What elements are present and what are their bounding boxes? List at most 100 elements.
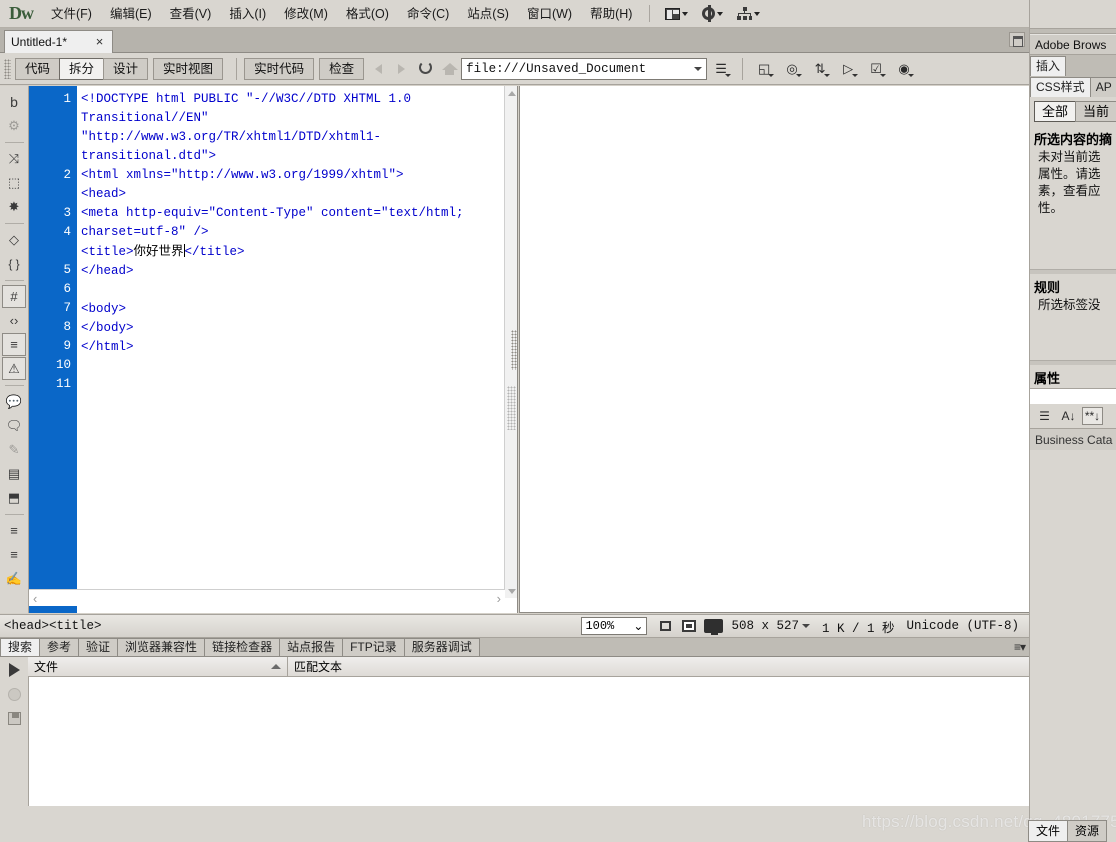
files-button[interactable]: 文件 [1028,820,1068,842]
menu-modify[interactable]: 修改(M) [275,0,337,28]
show-set-properties-icon[interactable]: **↓ [1082,407,1103,425]
chevron-down-icon [768,74,774,77]
site-map-icon[interactable] [730,2,767,26]
wrap-tag-icon[interactable]: ✎ [2,438,26,461]
forward-arrow-icon[interactable] [394,59,413,78]
design-view[interactable] [519,86,1029,613]
menu-file[interactable]: 文件(F) [42,0,101,28]
word-wrap-icon[interactable]: ⚠ [2,357,26,380]
document-options-icon[interactable] [1009,32,1025,47]
tab-search[interactable]: 搜索 [0,638,40,656]
stop-icon[interactable] [5,685,23,703]
menu-format[interactable]: 格式(O) [337,0,398,28]
move-to-css-icon[interactable]: ⬒ [2,486,26,509]
menu-window[interactable]: 窗口(W) [518,0,581,28]
remove-comment-icon[interactable]: 🗨 [2,414,26,437]
back-arrow-icon[interactable] [371,59,390,78]
view-split-button[interactable]: 拆分 [59,58,104,80]
code-horizontal-scrollbar[interactable]: ‹ › [29,589,505,606]
menu-help[interactable]: 帮助(H) [581,0,641,28]
tab-browser-compat[interactable]: 浏览器兼容性 [117,638,205,656]
scroll-thumb[interactable] [507,386,516,430]
small-screen-size-icon[interactable] [653,615,677,637]
syntax-error-alerts-icon[interactable]: ≡ [2,333,26,356]
panel-options-icon[interactable]: ≡▾ [1014,640,1025,654]
split-view-grip[interactable] [511,330,517,370]
scroll-right-icon[interactable]: › [497,591,501,606]
zoom-select[interactable]: 100% ⌄ [581,617,647,635]
preview-device-icon[interactable]: ◱ [751,57,777,81]
open-documents-icon[interactable]: ὜b [2,90,26,113]
address-input[interactable]: file:///Unsaved_Document [466,62,690,76]
tab-insert[interactable]: 插入 [1030,56,1066,76]
inspect-button[interactable]: 检查 [319,58,364,80]
tab-link-checker[interactable]: 链接检查器 [204,638,280,656]
menu-insert[interactable]: 插入(I) [220,0,275,28]
filter-all-button[interactable]: 全部 [1034,101,1076,122]
recent-snippets-icon[interactable]: ▤ [2,462,26,485]
tab-css-styles[interactable]: CSS样式 [1030,77,1091,97]
chevron-down-icon[interactable] [690,67,706,71]
layout-switcher-icon[interactable] [658,2,695,26]
collapse-selection-icon[interactable]: ⬚ [2,171,26,194]
tab-validation[interactable]: 验证 [78,638,118,656]
tag-path[interactable]: <head><title> [0,619,102,633]
view-design-button[interactable]: 设计 [103,58,148,80]
file-management-icon[interactable]: ⚙ [2,114,26,137]
medium-screen-size-icon[interactable] [677,615,701,637]
tab-site-reports[interactable]: 站点报告 [279,638,343,656]
window-size-display[interactable]: 508 x 527 [725,619,816,633]
scroll-left-icon[interactable]: ‹ [33,591,37,606]
menu-view[interactable]: 查看(V) [161,0,221,28]
address-bar[interactable]: file:///Unsaved_Document [461,58,707,80]
large-screen-size-icon[interactable] [701,615,725,637]
view-code-button[interactable]: 代码 [15,58,60,80]
line-numbers-icon[interactable]: # [2,285,26,308]
tab-ftp-log[interactable]: FTP记录 [342,638,405,656]
highlight-invalid-code-icon[interactable]: ‹› [2,309,26,332]
visual-aids-icon[interactable]: ▷ [835,57,861,81]
refresh-icon[interactable] [417,59,436,78]
format-source-code-icon[interactable]: ✍ [2,567,26,590]
column-header-file[interactable]: 文件 [28,657,288,677]
document-tab[interactable]: Untitled-1* × [4,30,113,53]
expand-all-icon[interactable]: ✸ [2,195,26,218]
extend-gear-icon[interactable] [695,2,730,26]
collapse-full-tag-icon[interactable]: ⤨ [2,147,26,170]
tab-ap-elements[interactable]: AP [1090,77,1116,97]
list-view-icon[interactable]: A↓ [1058,407,1079,425]
tab-reference[interactable]: 参考 [39,638,79,656]
close-icon[interactable]: × [93,36,106,48]
file-management-icon[interactable]: ☰ [708,57,734,81]
tab-server-debug[interactable]: 服务器调试 [404,638,480,656]
menu-site[interactable]: 站点(S) [458,0,518,28]
balance-braces-icon[interactable]: { } [2,252,26,275]
run-search-icon[interactable] [5,661,23,679]
save-report-icon[interactable] [5,709,23,727]
panel-business-catalyst[interactable]: Business Cata [1030,428,1116,450]
scroll-down-icon[interactable] [505,584,518,598]
live-view-button[interactable]: 实时视图 [153,58,223,80]
indent-code-icon[interactable]: ≡ [2,519,26,542]
home-icon[interactable] [440,59,459,78]
category-view-icon[interactable]: ☰ [1034,407,1055,425]
validate-markup-icon[interactable]: ☑ [863,57,889,81]
assets-button[interactable]: 资源 [1067,820,1107,842]
scroll-up-icon[interactable] [505,86,518,100]
check-browser-icon[interactable]: ◉ [891,57,917,81]
menu-edit[interactable]: 编辑(E) [101,0,161,28]
column-header-matched-text[interactable]: 匹配文本 [288,657,342,677]
upload-download-icon[interactable]: ⇅ [807,57,833,81]
live-code-button[interactable]: 实时代码 [244,58,314,80]
select-parent-tag-icon[interactable]: ◇ [2,228,26,251]
toolbar-grip[interactable] [4,59,11,79]
properties-list[interactable] [1030,388,1116,404]
filter-current-button[interactable]: 当前 [1075,101,1116,122]
apply-comment-icon[interactable]: 💬 [2,390,26,413]
outdent-code-icon[interactable]: ≡ [2,543,26,566]
panel-browserlab[interactable]: Adobe Brows [1030,34,1116,55]
code-editor[interactable]: <!DOCTYPE html PUBLIC "-//W3C//DTD XHTML… [77,86,505,598]
line-number-spacer-1 [29,109,77,166]
preview-browser-icon[interactable]: ◎ [779,57,805,81]
menu-commands[interactable]: 命令(C) [398,0,458,28]
